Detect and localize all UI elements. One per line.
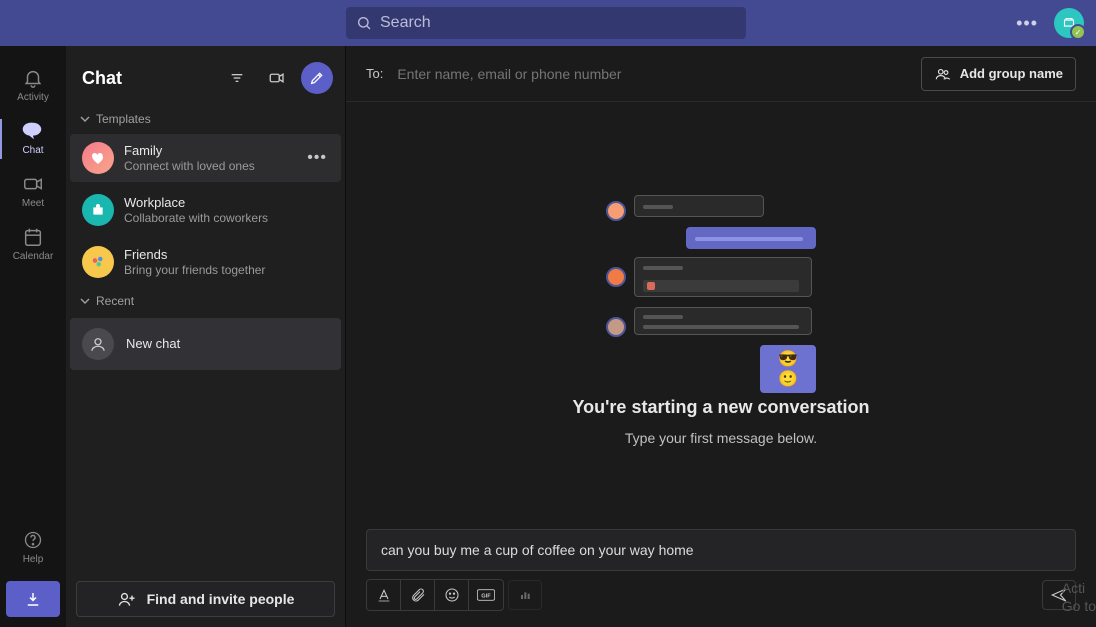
workplace-avatar-icon: [82, 194, 114, 226]
template-family[interactable]: Family Connect with loved ones •••: [70, 134, 341, 182]
group-icon: [934, 65, 952, 83]
rail-help-label: Help: [23, 554, 44, 565]
bell-icon: [21, 66, 45, 90]
section-recent-label: Recent: [96, 294, 134, 308]
chat-list-panel: Chat Templates Family Connect with loved…: [66, 46, 346, 627]
rail-calendar-label: Calendar: [13, 251, 54, 262]
gif-icon: GIF: [477, 588, 495, 602]
paperclip-icon: [410, 587, 426, 603]
rail-help[interactable]: Help: [0, 520, 66, 573]
person-add-icon: [117, 589, 137, 609]
find-invite-label: Find and invite people: [147, 591, 295, 607]
attach-button[interactable]: [401, 580, 435, 610]
rail-activity-label: Activity: [17, 92, 49, 103]
conversation-panel: To: Add group name: [346, 46, 1096, 627]
find-invite-button[interactable]: Find and invite people: [76, 581, 335, 617]
rail-chat[interactable]: Chat: [0, 111, 66, 164]
user-avatar[interactable]: [1054, 8, 1084, 38]
empty-state: 😎 🙂 You're starting a new conversation T…: [346, 102, 1096, 529]
svg-text:GIF: GIF: [481, 593, 491, 599]
composer-area: can you buy me a cup of coffee on your w…: [346, 529, 1096, 627]
emoji-reactions-icon: 😎 🙂: [760, 345, 816, 393]
format-button[interactable]: [367, 580, 401, 610]
filter-icon: [229, 70, 245, 86]
person-icon: [82, 328, 114, 360]
section-recent[interactable]: Recent: [66, 288, 345, 314]
send-button[interactable]: [1042, 580, 1076, 610]
more-actions-button[interactable]: [508, 580, 542, 610]
rail-meet[interactable]: Meet: [0, 164, 66, 217]
new-chat-button[interactable]: [301, 62, 333, 94]
template-title: Friends: [124, 247, 329, 263]
video-small-icon: [268, 69, 286, 87]
calendar-icon: [21, 225, 45, 249]
empty-title: You're starting a new conversation: [572, 397, 869, 418]
section-templates[interactable]: Templates: [66, 106, 345, 132]
conversation-illustration: 😎 🙂: [606, 195, 836, 385]
add-group-name-button[interactable]: Add group name: [921, 57, 1076, 91]
search-icon: [356, 15, 372, 31]
video-icon: [21, 172, 45, 196]
filter-button[interactable]: [221, 62, 253, 94]
compose-icon: [309, 70, 325, 86]
to-label: To:: [366, 66, 383, 81]
meet-now-button[interactable]: [261, 62, 293, 94]
title-bar: Search •••: [0, 0, 1096, 46]
template-title: Workplace: [124, 195, 329, 211]
download-icon: [24, 590, 42, 608]
section-templates-label: Templates: [96, 112, 151, 126]
template-sub: Bring your friends together: [124, 263, 329, 277]
to-bar: To: Add group name: [346, 46, 1096, 102]
chevron-down-icon: [80, 114, 90, 124]
format-icon: [376, 587, 392, 603]
friends-avatar-icon: [82, 246, 114, 278]
app-rail: Activity Chat Meet Calendar: [0, 46, 66, 627]
message-text: can you buy me a cup of coffee on your w…: [381, 542, 694, 558]
template-more-button[interactable]: •••: [305, 149, 329, 167]
rail-meet-label: Meet: [22, 198, 44, 209]
bars-icon: [517, 587, 533, 603]
emoji-icon: [444, 587, 460, 603]
recent-new-chat-label: New chat: [126, 336, 180, 352]
avatar-glyph-icon: [1060, 14, 1078, 32]
search-placeholder: Search: [380, 14, 431, 32]
add-group-name-label: Add group name: [960, 66, 1063, 81]
to-input[interactable]: [397, 66, 906, 82]
download-button[interactable]: [6, 581, 60, 617]
send-icon: [1050, 586, 1068, 604]
rail-chat-label: Chat: [22, 145, 43, 156]
template-sub: Connect with loved ones: [124, 159, 295, 173]
recent-new-chat[interactable]: New chat: [70, 318, 341, 370]
emoji-button[interactable]: [435, 580, 469, 610]
template-workplace[interactable]: Workplace Collaborate with coworkers: [70, 186, 341, 234]
chat-icon: [21, 119, 45, 143]
settings-more-button[interactable]: •••: [1016, 13, 1038, 34]
rail-calendar[interactable]: Calendar: [0, 217, 66, 270]
gif-button[interactable]: GIF: [469, 580, 503, 610]
family-avatar-icon: [82, 142, 114, 174]
template-sub: Collaborate with coworkers: [124, 211, 329, 225]
rail-activity[interactable]: Activity: [0, 58, 66, 111]
help-icon: [21, 528, 45, 552]
message-input[interactable]: can you buy me a cup of coffee on your w…: [366, 529, 1076, 571]
template-friends[interactable]: Friends Bring your friends together: [70, 238, 341, 286]
search-box[interactable]: Search: [346, 7, 746, 39]
empty-sub: Type your first message below.: [625, 430, 817, 446]
chatlist-title: Chat: [82, 68, 213, 89]
chevron-down-icon: [80, 296, 90, 306]
template-title: Family: [124, 143, 295, 159]
